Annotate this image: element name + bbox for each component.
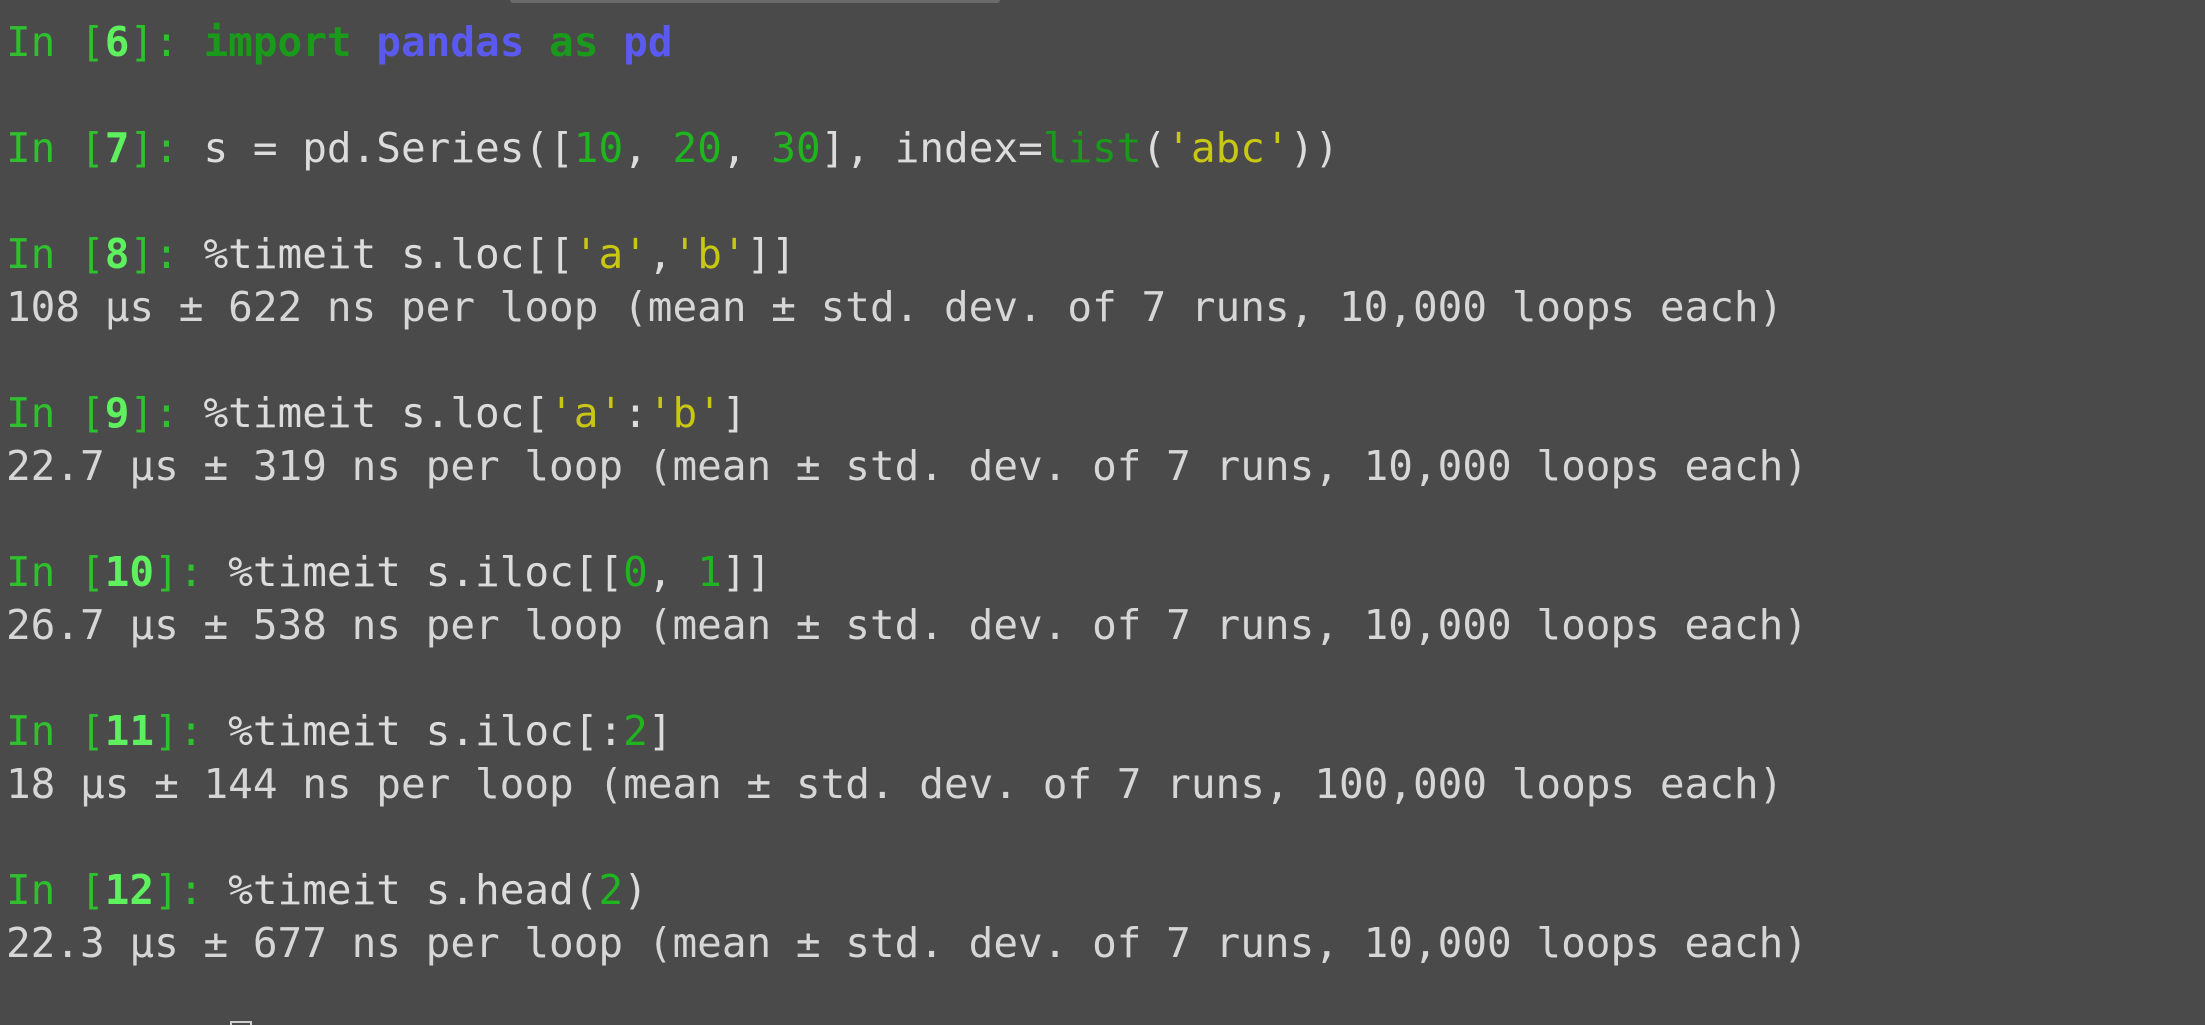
code-token: %timeit s.iloc[[ [228, 548, 624, 596]
code-token: import [203, 18, 352, 66]
code-token: 2 [623, 707, 648, 755]
window-tab[interactable] [510, 0, 1000, 3]
prompt-number: 7 [104, 124, 130, 172]
code-token: %timeit s.loc[[ [203, 230, 574, 278]
prompt-number: 12 [104, 866, 155, 914]
prompt-suffix: ]: [129, 124, 204, 172]
input-line: In [6]: import pandas as pd [6, 16, 673, 69]
code-token: 2 [598, 866, 624, 914]
prompt-number: 9 [104, 389, 130, 437]
code-token: %timeit s.iloc[: [228, 707, 624, 755]
code-token: , [647, 548, 698, 596]
input-line: In [9]: %timeit s.loc['a':'b'] [6, 387, 747, 440]
code-token: ) [623, 866, 648, 914]
text-cursor [230, 1021, 252, 1025]
prompt-prefix: In [ [6, 124, 105, 172]
prompt-suffix: ]: [129, 389, 204, 437]
code-token: 'b' [672, 230, 747, 278]
code-token: ]] [746, 230, 796, 278]
output-line: 22.7 µs ± 319 ns per loop (mean ± std. d… [6, 442, 1808, 490]
prompt-suffix: ]: [154, 548, 229, 596]
code-token: , [623, 124, 673, 172]
code-token: 30 [771, 124, 821, 172]
code-token: 10 [573, 124, 624, 172]
input-line: In [10]: %timeit s.iloc[[0, 1]] [6, 546, 771, 599]
code-token: %timeit s.head( [228, 866, 599, 914]
prompt-number: 8 [104, 230, 130, 278]
code-token: 1 [697, 548, 722, 596]
code-token: 0 [623, 548, 648, 596]
code-token: pandas [376, 18, 525, 66]
code-token: %timeit s.loc[ [203, 389, 550, 437]
code-token: 'a' [573, 230, 648, 278]
code-token: , [721, 124, 772, 172]
code-token: ] [721, 389, 747, 437]
output-line: 22.3 µs ± 677 ns per loop (mean ± std. d… [6, 919, 1808, 967]
output-line: 108 µs ± 622 ns per loop (mean ± std. de… [6, 283, 1784, 331]
code-token: s = pd.Series([ [203, 124, 574, 172]
code-token: : [623, 389, 648, 437]
input-line: In [8]: %timeit s.loc[['a','b']] [6, 228, 796, 281]
code-token: ( [1141, 124, 1167, 172]
prompt-prefix: In [ [6, 389, 105, 437]
code-token: pd [623, 18, 673, 66]
prompt-prefix: In [ [6, 548, 105, 596]
prompt-prefix: In [ [6, 18, 105, 66]
input-line: In [11]: %timeit s.iloc[:2] [6, 705, 673, 758]
prompt-number: 11 [104, 707, 155, 755]
code-token: 'abc' [1166, 124, 1290, 172]
code-token: list [1042, 124, 1142, 172]
code-token: , [647, 230, 673, 278]
prompt-number: 10 [104, 548, 155, 596]
prompt-suffix: ]: [154, 866, 229, 914]
prompt-prefix: In [ [6, 707, 105, 755]
code-token: 'a' [549, 389, 624, 437]
prompt-suffix: ]: [129, 18, 204, 66]
terminal-window[interactable]: In [6]: import pandas as pd In [7]: s = p… [0, 0, 2205, 1025]
code-token: )) [1289, 124, 1340, 172]
code-token: ] [647, 707, 673, 755]
prompt-prefix: In [ [6, 230, 105, 278]
input-line: In [12]: %timeit s.head(2) [6, 864, 648, 917]
prompt-suffix: ]: [154, 707, 229, 755]
code-token: as [549, 18, 599, 66]
code-token: ], index= [820, 124, 1043, 172]
prompt-number: 6 [104, 18, 130, 66]
prompt-suffix: ]: [129, 230, 204, 278]
input-line: In [7]: s = pd.Series([10, 20, 30], inde… [6, 122, 1339, 175]
output-line: 18 µs ± 144 ns per loop (mean ± std. dev… [6, 760, 1784, 808]
code-token: 'b' [647, 389, 722, 437]
code-token: 20 [672, 124, 722, 172]
output-line: 26.7 µs ± 538 ns per loop (mean ± std. d… [6, 601, 1808, 649]
code-token: ]] [721, 548, 772, 596]
prompt-prefix: In [ [6, 866, 105, 914]
